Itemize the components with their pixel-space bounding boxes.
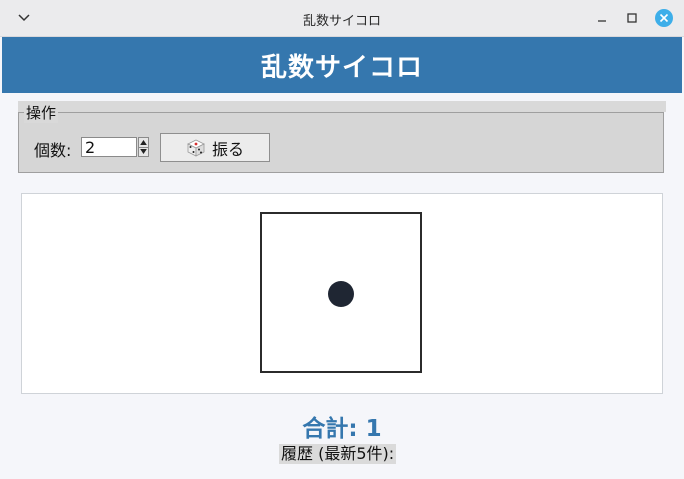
spin-down-icon — [140, 149, 147, 154]
count-spinner[interactable] — [138, 137, 149, 157]
minimize-icon[interactable] — [594, 10, 610, 26]
close-button[interactable] — [655, 9, 673, 27]
spin-down-button[interactable] — [139, 147, 148, 156]
spin-up-icon — [140, 140, 147, 145]
close-icon — [659, 13, 669, 23]
controls-group-label: 操作 — [24, 102, 59, 123]
roll-button-label: 振る — [211, 139, 244, 159]
window-titlebar: 乱数サイコロ — [0, 0, 684, 37]
count-label: 個数: — [34, 141, 72, 160]
maximize-icon[interactable] — [624, 10, 640, 26]
total-text: 合計: 1 — [302, 416, 382, 442]
dice-icon — [187, 139, 205, 157]
roll-button[interactable]: 振る — [160, 133, 270, 162]
controls-group-topstrip — [18, 101, 666, 112]
history-label: 履歴 (最新5件): — [279, 444, 397, 464]
die-pip — [328, 281, 354, 307]
window-title: 乱数サイコロ — [302, 14, 381, 29]
count-input[interactable] — [81, 137, 137, 157]
app-header: 乱数サイコロ — [2, 37, 682, 93]
app-header-title: 乱数サイコロ — [260, 52, 423, 83]
